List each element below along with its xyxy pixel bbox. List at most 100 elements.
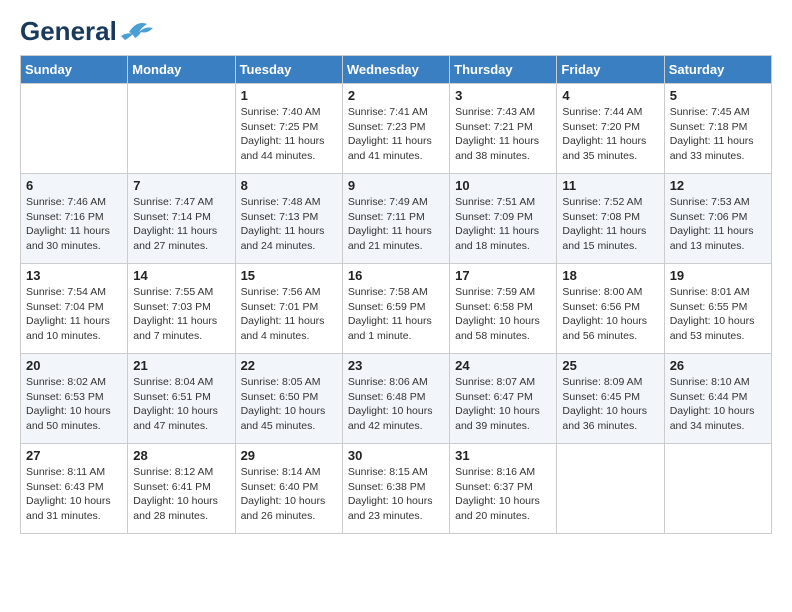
day-number: 30 bbox=[348, 448, 444, 463]
calendar-table: SundayMondayTuesdayWednesdayThursdayFrid… bbox=[20, 55, 772, 534]
page-header: General bbox=[20, 16, 772, 43]
calendar-cell: 21 Sunrise: 8:04 AM Sunset: 6:51 PM Dayli… bbox=[128, 354, 235, 444]
day-info: Sunrise: 7:53 AM Sunset: 7:06 PM Dayligh… bbox=[670, 195, 766, 254]
day-info: Sunrise: 7:56 AM Sunset: 7:01 PM Dayligh… bbox=[241, 285, 337, 344]
day-info: Sunrise: 8:04 AM Sunset: 6:51 PM Dayligh… bbox=[133, 375, 229, 434]
calendar-cell: 24Sunrise: 8:07 AM Sunset: 6:47 PM Dayli… bbox=[450, 354, 557, 444]
day-number: 23 bbox=[348, 358, 444, 373]
day-info: Sunrise: 7:41 AM Sunset: 7:23 PM Dayligh… bbox=[348, 105, 444, 164]
day-info: Sunrise: 8:05 AM Sunset: 6:50 PM Dayligh… bbox=[241, 375, 337, 434]
day-info: Sunrise: 8:12 AM Sunset: 6:41 PM Dayligh… bbox=[133, 465, 229, 524]
week-row-2: 13 Sunrise: 7:54 AM Sunset: 7:04 PM Dayli… bbox=[21, 264, 772, 354]
day-number: 1 bbox=[241, 88, 337, 103]
calendar-cell bbox=[557, 444, 664, 534]
calendar-cell: 31 Sunrise: 8:16 AM Sunset: 6:37 PM Dayli… bbox=[450, 444, 557, 534]
calendar-cell: 9Sunrise: 7:49 AM Sunset: 7:11 PM Daylig… bbox=[342, 174, 449, 264]
weekday-header-sunday: Sunday bbox=[21, 56, 128, 84]
day-number: 4 bbox=[562, 88, 658, 103]
day-number: 24 bbox=[455, 358, 551, 373]
day-info: Sunrise: 8:09 AM Sunset: 6:45 PM Dayligh… bbox=[562, 375, 658, 434]
calendar-cell: 19 Sunrise: 8:01 AM Sunset: 6:55 PM Dayli… bbox=[664, 264, 771, 354]
calendar-cell: 13 Sunrise: 7:54 AM Sunset: 7:04 PM Dayli… bbox=[21, 264, 128, 354]
day-number: 6 bbox=[26, 178, 122, 193]
calendar-cell: 30 Sunrise: 8:15 AM Sunset: 6:38 PM Dayli… bbox=[342, 444, 449, 534]
day-number: 2 bbox=[348, 88, 444, 103]
day-info: Sunrise: 7:51 AM Sunset: 7:09 PM Dayligh… bbox=[455, 195, 551, 254]
day-number: 19 bbox=[670, 268, 766, 283]
day-info: Sunrise: 8:06 AM Sunset: 6:48 PM Dayligh… bbox=[348, 375, 444, 434]
calendar-cell: 23 Sunrise: 8:06 AM Sunset: 6:48 PM Dayli… bbox=[342, 354, 449, 444]
day-info: Sunrise: 8:10 AM Sunset: 6:44 PM Dayligh… bbox=[670, 375, 766, 434]
calendar-cell: 1Sunrise: 7:40 AM Sunset: 7:25 PM Daylig… bbox=[235, 84, 342, 174]
day-number: 25 bbox=[562, 358, 658, 373]
calendar-cell: 18 Sunrise: 8:00 AM Sunset: 6:56 PM Dayli… bbox=[557, 264, 664, 354]
day-number: 15 bbox=[241, 268, 337, 283]
day-number: 26 bbox=[670, 358, 766, 373]
calendar-cell: 14 Sunrise: 7:55 AM Sunset: 7:03 PM Dayli… bbox=[128, 264, 235, 354]
calendar-cell: 2 Sunrise: 7:41 AM Sunset: 7:23 PM Daylig… bbox=[342, 84, 449, 174]
week-row-0: 1Sunrise: 7:40 AM Sunset: 7:25 PM Daylig… bbox=[21, 84, 772, 174]
calendar-cell bbox=[128, 84, 235, 174]
day-number: 17 bbox=[455, 268, 551, 283]
day-info: Sunrise: 8:02 AM Sunset: 6:53 PM Dayligh… bbox=[26, 375, 122, 434]
day-number: 31 bbox=[455, 448, 551, 463]
logo-bird-icon bbox=[119, 18, 155, 46]
calendar-cell: 22 Sunrise: 8:05 AM Sunset: 6:50 PM Dayli… bbox=[235, 354, 342, 444]
calendar-cell: 3Sunrise: 7:43 AM Sunset: 7:21 PM Daylig… bbox=[450, 84, 557, 174]
logo: General bbox=[20, 16, 155, 43]
calendar-cell: 20 Sunrise: 8:02 AM Sunset: 6:53 PM Dayli… bbox=[21, 354, 128, 444]
day-number: 8 bbox=[241, 178, 337, 193]
day-info: Sunrise: 8:01 AM Sunset: 6:55 PM Dayligh… bbox=[670, 285, 766, 344]
calendar-cell: 5Sunrise: 7:45 AM Sunset: 7:18 PM Daylig… bbox=[664, 84, 771, 174]
day-info: Sunrise: 8:00 AM Sunset: 6:56 PM Dayligh… bbox=[562, 285, 658, 344]
week-row-3: 20 Sunrise: 8:02 AM Sunset: 6:53 PM Dayli… bbox=[21, 354, 772, 444]
calendar-cell: 29 Sunrise: 8:14 AM Sunset: 6:40 PM Dayli… bbox=[235, 444, 342, 534]
day-info: Sunrise: 7:59 AM Sunset: 6:58 PM Dayligh… bbox=[455, 285, 551, 344]
day-info: Sunrise: 8:14 AM Sunset: 6:40 PM Dayligh… bbox=[241, 465, 337, 524]
day-info: Sunrise: 7:54 AM Sunset: 7:04 PM Dayligh… bbox=[26, 285, 122, 344]
day-number: 22 bbox=[241, 358, 337, 373]
calendar-cell bbox=[664, 444, 771, 534]
day-info: Sunrise: 7:58 AM Sunset: 6:59 PM Dayligh… bbox=[348, 285, 444, 344]
calendar-cell: 26 Sunrise: 8:10 AM Sunset: 6:44 PM Dayli… bbox=[664, 354, 771, 444]
week-row-4: 27 Sunrise: 8:11 AM Sunset: 6:43 PM Dayli… bbox=[21, 444, 772, 534]
weekday-header-wednesday: Wednesday bbox=[342, 56, 449, 84]
calendar-cell: 15 Sunrise: 7:56 AM Sunset: 7:01 PM Dayli… bbox=[235, 264, 342, 354]
day-info: Sunrise: 7:55 AM Sunset: 7:03 PM Dayligh… bbox=[133, 285, 229, 344]
day-info: Sunrise: 8:15 AM Sunset: 6:38 PM Dayligh… bbox=[348, 465, 444, 524]
day-number: 11 bbox=[562, 178, 658, 193]
day-number: 9 bbox=[348, 178, 444, 193]
day-number: 27 bbox=[26, 448, 122, 463]
day-info: Sunrise: 7:44 AM Sunset: 7:20 PM Dayligh… bbox=[562, 105, 658, 164]
weekday-header-monday: Monday bbox=[128, 56, 235, 84]
weekday-header-saturday: Saturday bbox=[664, 56, 771, 84]
day-number: 21 bbox=[133, 358, 229, 373]
weekday-header-thursday: Thursday bbox=[450, 56, 557, 84]
calendar-cell: 10 Sunrise: 7:51 AM Sunset: 7:09 PM Dayli… bbox=[450, 174, 557, 264]
day-info: Sunrise: 7:46 AM Sunset: 7:16 PM Dayligh… bbox=[26, 195, 122, 254]
calendar-cell: 4 Sunrise: 7:44 AM Sunset: 7:20 PM Daylig… bbox=[557, 84, 664, 174]
day-number: 13 bbox=[26, 268, 122, 283]
day-number: 14 bbox=[133, 268, 229, 283]
calendar-cell: 12Sunrise: 7:53 AM Sunset: 7:06 PM Dayli… bbox=[664, 174, 771, 264]
day-number: 10 bbox=[455, 178, 551, 193]
calendar-cell: 27 Sunrise: 8:11 AM Sunset: 6:43 PM Dayli… bbox=[21, 444, 128, 534]
calendar-cell: 6 Sunrise: 7:46 AM Sunset: 7:16 PM Daylig… bbox=[21, 174, 128, 264]
weekday-header-tuesday: Tuesday bbox=[235, 56, 342, 84]
day-info: Sunrise: 7:43 AM Sunset: 7:21 PM Dayligh… bbox=[455, 105, 551, 164]
day-info: Sunrise: 8:16 AM Sunset: 6:37 PM Dayligh… bbox=[455, 465, 551, 524]
weekday-header-row: SundayMondayTuesdayWednesdayThursdayFrid… bbox=[21, 56, 772, 84]
day-number: 28 bbox=[133, 448, 229, 463]
calendar-cell: 16 Sunrise: 7:58 AM Sunset: 6:59 PM Dayli… bbox=[342, 264, 449, 354]
day-info: Sunrise: 7:47 AM Sunset: 7:14 PM Dayligh… bbox=[133, 195, 229, 254]
day-number: 29 bbox=[241, 448, 337, 463]
week-row-1: 6 Sunrise: 7:46 AM Sunset: 7:16 PM Daylig… bbox=[21, 174, 772, 264]
calendar-cell: 7 Sunrise: 7:47 AM Sunset: 7:14 PM Daylig… bbox=[128, 174, 235, 264]
day-number: 7 bbox=[133, 178, 229, 193]
day-number: 18 bbox=[562, 268, 658, 283]
day-info: Sunrise: 7:48 AM Sunset: 7:13 PM Dayligh… bbox=[241, 195, 337, 254]
day-number: 20 bbox=[26, 358, 122, 373]
logo-general: General bbox=[20, 16, 117, 47]
day-number: 16 bbox=[348, 268, 444, 283]
day-info: Sunrise: 8:11 AM Sunset: 6:43 PM Dayligh… bbox=[26, 465, 122, 524]
